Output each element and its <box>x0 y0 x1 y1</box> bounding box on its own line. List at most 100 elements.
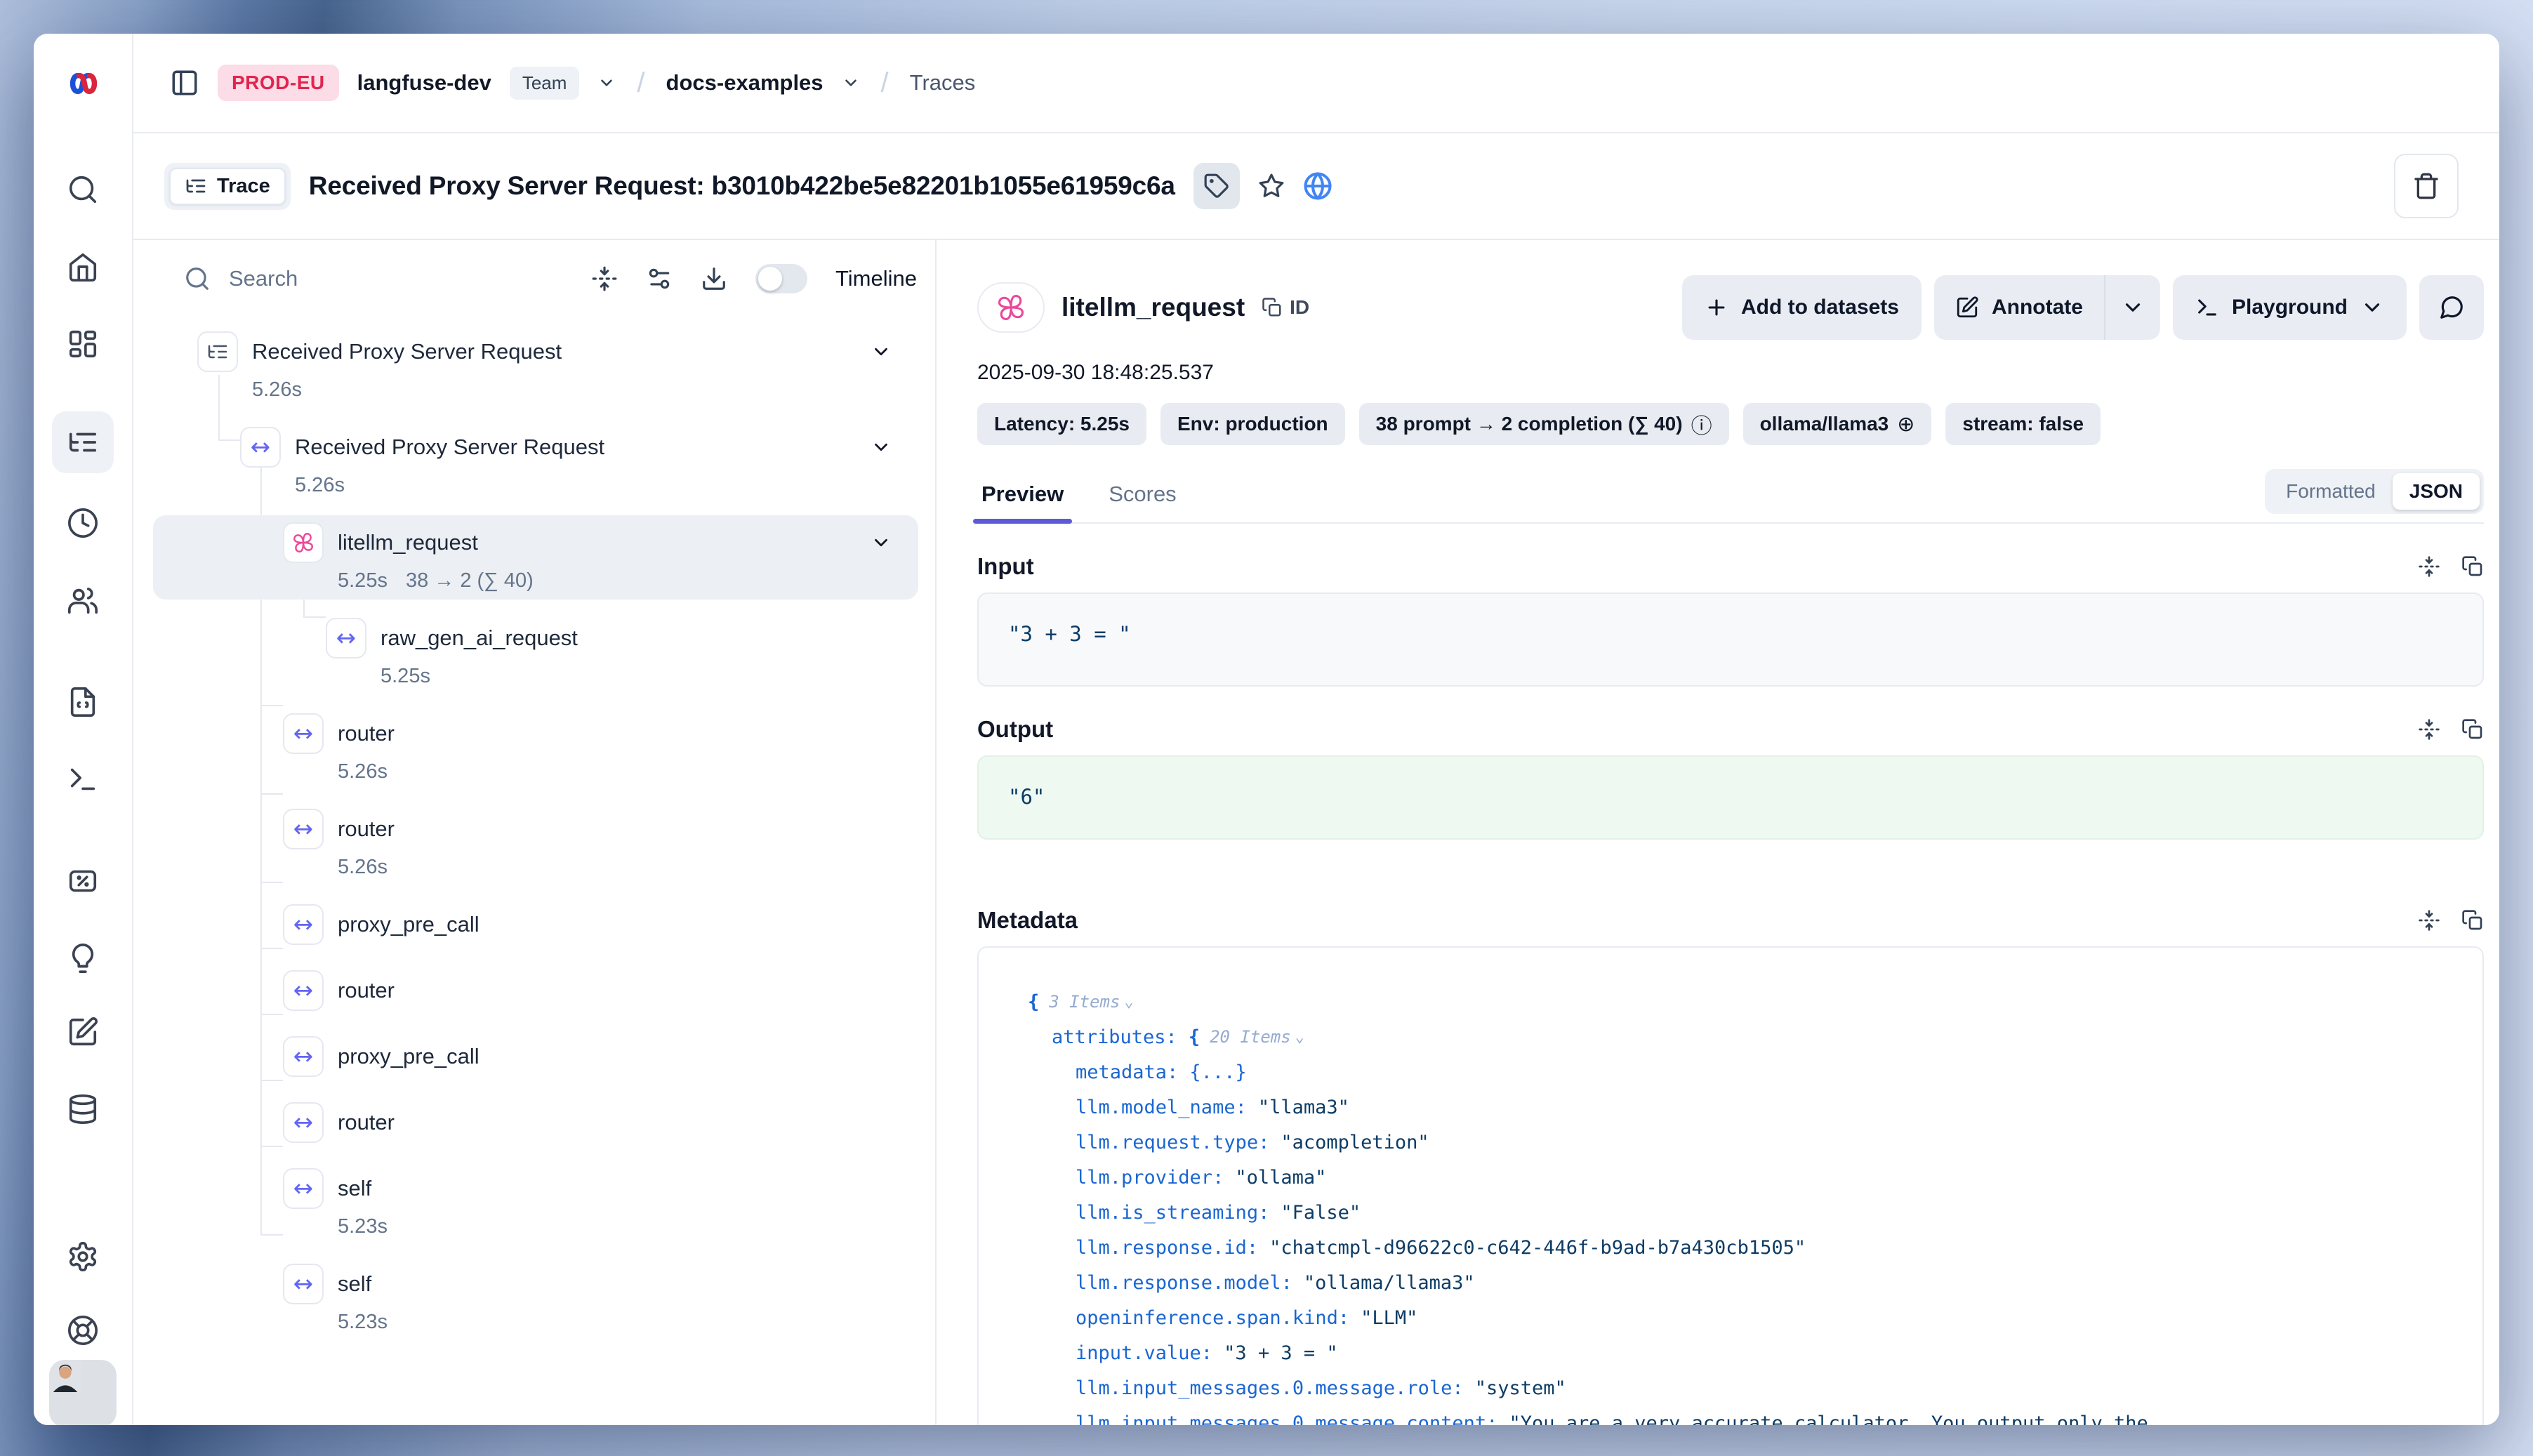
prompts-icon <box>67 686 99 718</box>
sidebar-item-prompts[interactable] <box>67 686 99 718</box>
tab-preview[interactable]: Preview <box>977 472 1068 522</box>
chevron-down-icon[interactable] <box>871 437 910 458</box>
json-value: "system" <box>1475 1377 1566 1399</box>
org-name[interactable]: langfuse-dev <box>357 70 491 95</box>
annotate-button[interactable]: Annotate <box>1934 275 2104 340</box>
node-label: router <box>338 978 395 1003</box>
sidebar-item-evaluation[interactable] <box>67 865 99 897</box>
metadata-json-line: llm.response.id: "chatcmpl-d96622c0-c642… <box>1028 1230 2454 1265</box>
traces-icon <box>67 426 99 458</box>
sidebar-item-users[interactable] <box>67 584 99 616</box>
trash-icon <box>2412 172 2440 200</box>
generation-pinwheel-icon <box>996 292 1026 323</box>
comment-bubble-icon <box>2438 294 2465 321</box>
tree-node[interactable]: ↔ Received Proxy Server Request 5.26s <box>153 420 918 504</box>
status-badge[interactable]: Env: production <box>1160 403 1345 445</box>
json-collapse-chevron-icon[interactable]: ⌄ <box>1124 993 1133 1011</box>
download-icon[interactable] <box>701 265 727 292</box>
playground-button[interactable]: Playground <box>2173 275 2407 340</box>
copy-section-icon[interactable] <box>2461 555 2484 578</box>
tree-node[interactable]: ↔ router <box>153 963 918 1018</box>
status-badge[interactable]: ollama/llama3 ⊕ <box>1743 403 1932 445</box>
tag-button[interactable] <box>1193 163 1240 209</box>
status-badge[interactable]: 38 prompt → 2 completion (∑ 40) ⓘ <box>1359 403 1729 445</box>
annotate-dropdown-chevron[interactable] <box>2104 275 2160 340</box>
view-settings-icon[interactable] <box>646 265 673 292</box>
copy-section-icon[interactable] <box>2461 718 2484 741</box>
status-badge[interactable]: Latency: 5.25s <box>977 403 1146 445</box>
sidebar-item-settings[interactable] <box>67 1240 99 1273</box>
chevron-down-icon[interactable] <box>871 532 910 553</box>
tree-node[interactable]: ↔ raw_gen_ai_request 5.25s <box>153 611 918 695</box>
sidebar-item-support[interactable] <box>67 1314 99 1346</box>
sidebar-item-home[interactable] <box>67 251 99 283</box>
span-arrow-icon: ↔ <box>283 809 324 849</box>
tree-node[interactable]: ↔ router <box>153 1095 918 1150</box>
span-arrow-icon: ↔ <box>283 1102 324 1143</box>
user-avatar[interactable] <box>49 1360 117 1425</box>
collapse-section-icon[interactable] <box>2418 555 2440 578</box>
observation-detail-panel: litellm_request ID Add to datasets Annot… <box>938 240 2499 1425</box>
chevron-down-icon[interactable] <box>871 341 910 362</box>
sidebar-item-playground[interactable] <box>67 763 99 795</box>
collapse-section-icon[interactable] <box>2418 909 2440 932</box>
json-items-count[interactable]: 3 Items <box>1049 992 1120 1012</box>
status-badge[interactable]: stream: false <box>1945 403 2101 445</box>
tree-search-input[interactable]: Search <box>184 265 298 292</box>
delete-trace-button[interactable] <box>2394 154 2459 218</box>
tab-scores[interactable]: Scores <box>1104 472 1180 522</box>
json-collapse-chevron-icon[interactable]: ⌄ <box>1295 1028 1304 1046</box>
json-items-count[interactable]: 20 Items <box>1210 1027 1291 1047</box>
trace-tree: Received Proxy Server Request 5.26s ↔ Re… <box>133 324 935 1341</box>
project-name[interactable]: docs-examples <box>666 70 824 95</box>
tree-node[interactable]: litellm_request 5.25s 38 → 2 (∑ 40) <box>153 515 918 600</box>
node-label: Received Proxy Server Request <box>295 435 604 460</box>
format-toggle-json[interactable]: JSON <box>2393 473 2480 510</box>
copy-id-button[interactable]: ID <box>1262 296 1309 319</box>
metadata-json-line: llm.is_streaming: "False" <box>1028 1195 2454 1230</box>
json-key: metadata: <box>1076 1061 1178 1083</box>
breadcrumb-section[interactable]: Traces <box>910 70 976 95</box>
tree-node[interactable]: Received Proxy Server Request 5.26s <box>153 324 918 409</box>
add-to-datasets-button[interactable]: Add to datasets <box>1682 275 1922 340</box>
node-label: Received Proxy Server Request <box>252 339 562 364</box>
generation-type-badge <box>977 282 1045 333</box>
tree-node[interactable]: ↔ self 5.23s <box>153 1257 918 1341</box>
sidebar-item-dashboard[interactable] <box>67 328 99 360</box>
sidebar-item-sessions[interactable] <box>67 507 99 539</box>
span-arrow-icon: ↔ <box>326 618 366 658</box>
copy-section-icon[interactable] <box>2461 909 2484 932</box>
fold-vertical-icon[interactable] <box>591 265 618 292</box>
org-logo[interactable] <box>34 34 133 133</box>
tree-node[interactable]: ↔ router 5.26s <box>153 802 918 886</box>
comments-button[interactable] <box>2419 275 2484 340</box>
tree-node[interactable]: ↔ self 5.23s <box>153 1161 918 1245</box>
bookmark-star-button[interactable] <box>1258 173 1285 199</box>
json-key: attributes: <box>1052 1026 1177 1048</box>
json-key: llm.model_name: <box>1076 1097 1247 1118</box>
org-switcher-chevron-icon[interactable] <box>597 74 616 92</box>
timeline-toggle[interactable] <box>755 264 807 293</box>
sidebar-item-ideas[interactable] <box>67 942 99 974</box>
panel-toggle-icon[interactable] <box>170 68 199 98</box>
tree-node[interactable]: ↔ proxy_pre_call <box>153 1029 918 1084</box>
node-duration: 5.26s <box>338 856 388 879</box>
sidebar-item-annotation[interactable] <box>67 1016 99 1048</box>
metadata-json-line: llm.response.model: "ollama/llama3" <box>1028 1265 2454 1300</box>
trace-chip[interactable]: Trace <box>164 163 291 210</box>
sidebar-item-traces[interactable] <box>52 411 114 473</box>
tree-node[interactable]: ↔ router 5.26s <box>153 706 918 790</box>
collapse-section-icon[interactable] <box>2418 718 2440 741</box>
playground-icon <box>67 763 99 795</box>
sidebar-item-search[interactable] <box>67 173 99 206</box>
plus-circle-icon[interactable]: ⊕ <box>1897 412 1914 437</box>
metadata-heading: Metadata <box>977 907 1078 934</box>
span-arrow-icon: ↔ <box>283 970 324 1011</box>
project-switcher-chevron-icon[interactable] <box>842 74 860 92</box>
support-icon <box>67 1314 99 1346</box>
info-circle-icon[interactable]: ⓘ <box>1691 409 1712 439</box>
sidebar-item-datasets[interactable] <box>67 1093 99 1125</box>
tree-node[interactable]: ↔ proxy_pre_call <box>153 897 918 952</box>
format-toggle-formatted[interactable]: Formatted <box>2269 473 2393 510</box>
public-share-button[interactable] <box>1303 171 1332 201</box>
